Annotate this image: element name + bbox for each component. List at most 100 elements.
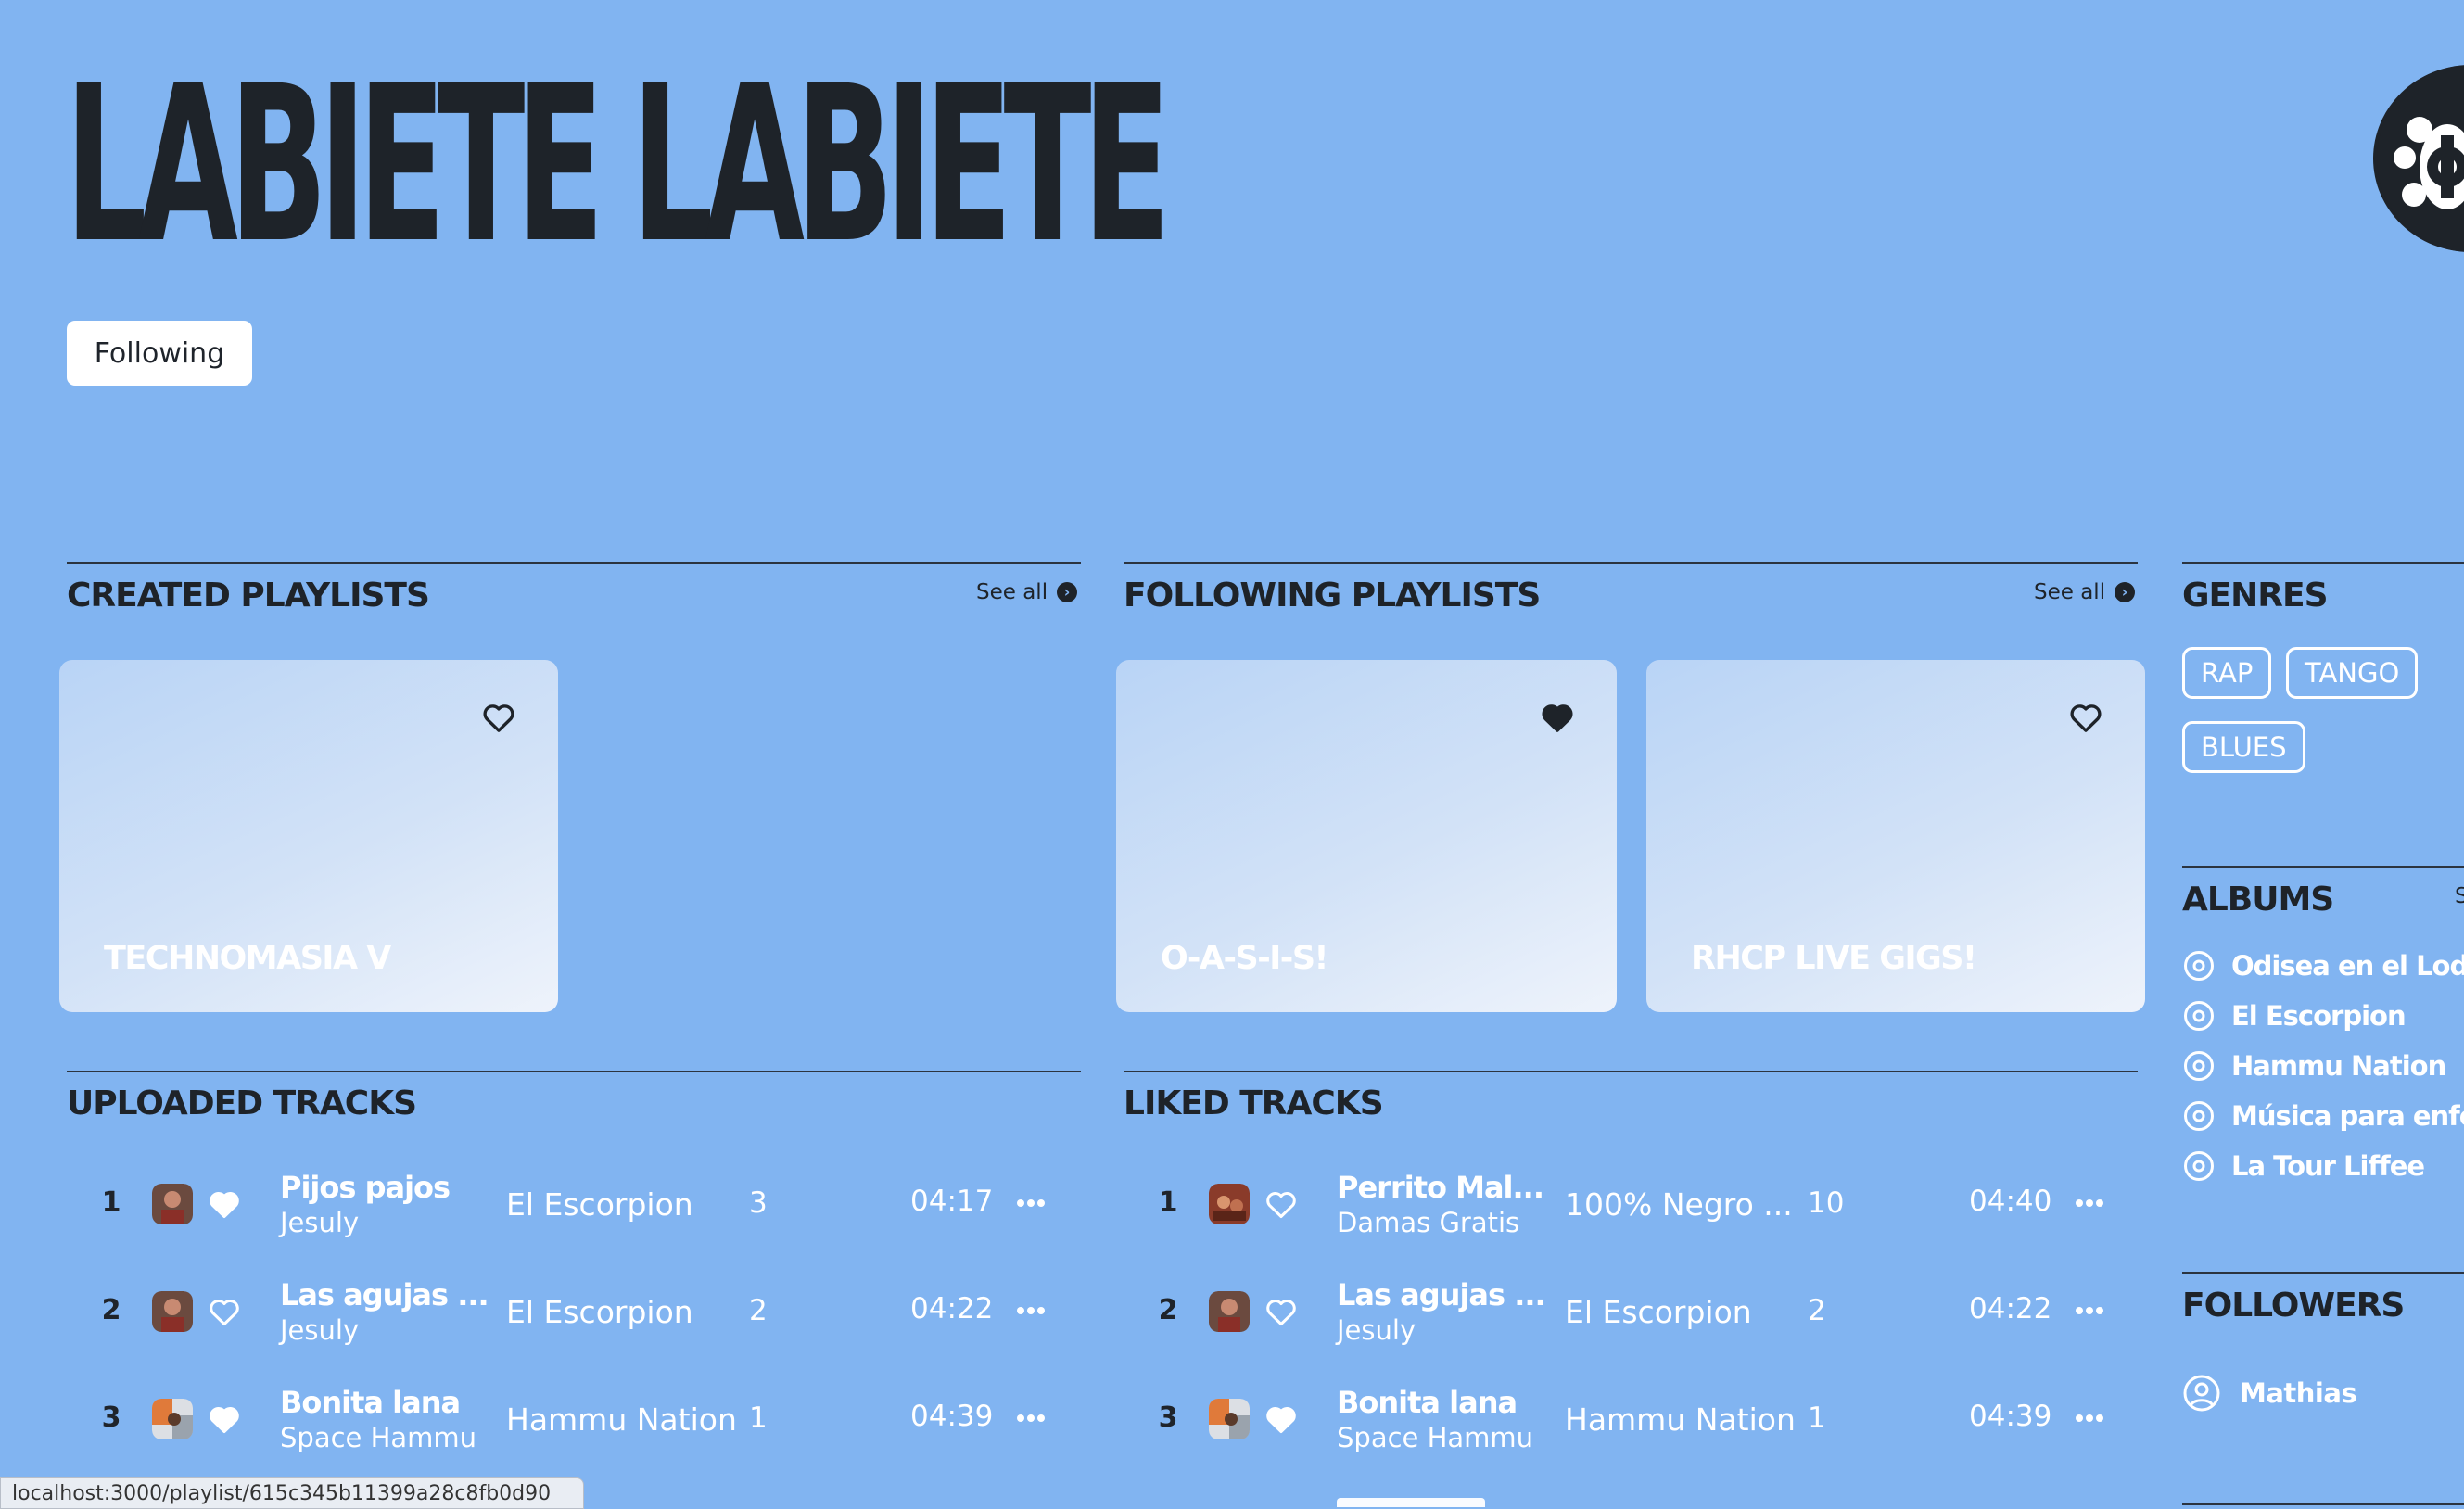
- followers-divider: [2182, 1272, 2464, 1274]
- albums-divider: [2182, 866, 2464, 868]
- track-name[interactable]: Las agujas ...: [280, 1277, 489, 1312]
- liked-tracks-divider: [1124, 1071, 2138, 1072]
- table-row[interactable]: 2 Las agujas ... Jesuly El Escorpion 2 0…: [1149, 1268, 2132, 1355]
- genres-heading: GENRES: [2182, 577, 2329, 615]
- followers-heading: FOLLOWERS: [2182, 1287, 2405, 1325]
- see-all-label: See all: [2034, 580, 2106, 604]
- more-dots-icon[interactable]: [2071, 1301, 2108, 1320]
- following-playlists-divider: [1124, 562, 2138, 564]
- playlist-card-rhcp[interactable]: RHCP LIVE GIGS!: [1646, 660, 2145, 1012]
- album-name: El Escorpion: [2231, 1000, 2407, 1032]
- track-duration: 04:39: [910, 1400, 994, 1433]
- genre-chip-blues[interactable]: BLUES: [2182, 721, 2305, 773]
- track-number: 2: [1158, 1294, 1178, 1326]
- track-album[interactable]: El Escorpion: [1565, 1294, 1752, 1330]
- heart-outline-icon[interactable]: [2067, 699, 2104, 736]
- album-item[interactable]: Música para enfer: [2183, 1093, 2464, 1139]
- disc-icon: [2184, 951, 2214, 981]
- track-artist[interactable]: Jesuly: [1337, 1314, 1416, 1346]
- heart-outline-icon[interactable]: [1264, 1296, 1298, 1327]
- album-item[interactable]: La Tour Liffee: [2183, 1143, 2425, 1189]
- created-playlists-heading: CREATED PLAYLISTS: [67, 577, 430, 615]
- heart-outline-icon[interactable]: [480, 699, 517, 736]
- albums-heading: ALBUMS: [2182, 881, 2334, 919]
- table-row[interactable]: 1 Pijos pajos Jesuly El Escorpion 3 04:1…: [93, 1160, 1075, 1248]
- bottom-divider: [2182, 1503, 2464, 1505]
- track-cover-thumbnail: [1209, 1184, 1250, 1224]
- follower-item[interactable]: Mathias: [2182, 1374, 2357, 1413]
- track-artist[interactable]: Space Hammu: [280, 1422, 476, 1453]
- table-row[interactable]: 3 Bonita lana Space Hammu Hammu Nation 1…: [93, 1376, 1075, 1463]
- track-album[interactable]: El Escorpion: [506, 1294, 693, 1330]
- album-item[interactable]: Hammu Nation: [2183, 1043, 2446, 1089]
- disc-icon: [2184, 1051, 2214, 1081]
- disc-icon: [2184, 1151, 2214, 1181]
- album-name: Hammu Nation: [2231, 1050, 2446, 1082]
- track-artist[interactable]: Jesuly: [280, 1207, 359, 1238]
- track-name[interactable]: Las agujas ...: [1337, 1277, 1546, 1312]
- more-dots-icon[interactable]: [1012, 1301, 1049, 1320]
- arrow-right-circle-icon: ›: [2115, 582, 2136, 602]
- playlist-card-technomasia[interactable]: TECHNOMASIA V: [59, 660, 558, 1012]
- track-cover-thumbnail: [1209, 1399, 1250, 1439]
- track-duration: 04:40: [1969, 1185, 2052, 1218]
- track-name[interactable]: Pijos pajos: [280, 1170, 451, 1205]
- track-count: 1: [749, 1401, 768, 1435]
- profile-avatar[interactable]: [2373, 65, 2464, 252]
- track-cover-thumbnail: [152, 1291, 193, 1332]
- table-row[interactable]: 3 Bonita lana Space Hammu Hammu Nation 1…: [1149, 1376, 2132, 1463]
- more-dots-icon[interactable]: [1012, 1194, 1049, 1212]
- playlist-card-oasis[interactable]: O-A-S-I-S!: [1116, 660, 1617, 1012]
- track-album[interactable]: El Escorpion: [506, 1186, 693, 1223]
- album-name: Música para enfer: [2231, 1100, 2464, 1132]
- created-playlists-see-all-link[interactable]: See all ›: [976, 580, 1078, 604]
- track-artist[interactable]: Jesuly: [280, 1314, 359, 1346]
- genre-chip-tango[interactable]: TANGO: [2286, 647, 2419, 699]
- track-artist[interactable]: Damas Gratis: [1337, 1207, 1519, 1238]
- track-count: 3: [749, 1186, 768, 1220]
- heart-filled-icon[interactable]: [208, 1403, 241, 1435]
- heart-filled-icon[interactable]: [1539, 699, 1576, 736]
- page-title: LABIETE LABIETE: [65, 40, 1171, 290]
- heart-outline-icon[interactable]: [1264, 1188, 1298, 1220]
- liked-tracks-heading: LIKED TRACKS: [1124, 1084, 1384, 1122]
- album-item[interactable]: El Escorpion: [2183, 993, 2407, 1039]
- track-count: 1: [1808, 1401, 1826, 1435]
- track-number: 1: [101, 1186, 121, 1219]
- album-item[interactable]: Odisea en el Lodo: [2183, 943, 2464, 989]
- partial-track-row: [1337, 1487, 1485, 1507]
- table-row[interactable]: 1 Perrito Mal... Damas Gratis 100% Negro…: [1149, 1160, 2132, 1248]
- track-name[interactable]: Bonita lana: [1337, 1385, 1518, 1420]
- user-circle-icon: [2183, 1375, 2220, 1412]
- album-name: La Tour Liffee: [2231, 1150, 2425, 1182]
- turtle-logo-icon: [2377, 65, 2464, 252]
- heart-filled-icon[interactable]: [1264, 1403, 1298, 1435]
- track-artist[interactable]: Space Hammu: [1337, 1422, 1533, 1453]
- more-dots-icon[interactable]: [1012, 1409, 1049, 1427]
- track-cover-thumbnail: [152, 1399, 193, 1439]
- album-name: Odisea en el Lodo: [2231, 950, 2464, 982]
- track-album[interactable]: Hammu Nation: [506, 1401, 737, 1438]
- more-dots-icon[interactable]: [2071, 1409, 2108, 1427]
- track-count: 2: [749, 1294, 768, 1327]
- playlist-card-title: RHCP LIVE GIGS!: [1691, 940, 1977, 977]
- uploaded-tracks-heading: UPLOADED TRACKS: [67, 1084, 417, 1122]
- more-dots-icon[interactable]: [2071, 1194, 2108, 1212]
- track-album[interactable]: 100% Negro ...: [1565, 1186, 1793, 1223]
- follower-name: Mathias: [2240, 1377, 2357, 1409]
- genre-chip-rap[interactable]: RAP: [2182, 647, 2272, 699]
- following-playlists-see-all-link[interactable]: See all ›: [2034, 580, 2136, 604]
- see-all-label: See all: [976, 580, 1048, 604]
- track-cover-thumbnail: [152, 1184, 193, 1224]
- track-number: 2: [101, 1294, 121, 1326]
- track-number: 1: [1158, 1186, 1178, 1219]
- track-name[interactable]: Perrito Mal...: [1337, 1170, 1544, 1205]
- track-name[interactable]: Bonita lana: [280, 1385, 461, 1420]
- table-row[interactable]: 2 Las agujas ... Jesuly El Escorpion 2 0…: [93, 1268, 1075, 1355]
- track-album[interactable]: Hammu Nation: [1565, 1401, 1796, 1438]
- following-button[interactable]: Following: [67, 321, 252, 386]
- heart-filled-icon[interactable]: [208, 1188, 241, 1220]
- heart-outline-icon[interactable]: [208, 1296, 241, 1327]
- albums-see-all-link[interactable]: S: [2455, 884, 2464, 908]
- disc-icon: [2184, 1001, 2214, 1031]
